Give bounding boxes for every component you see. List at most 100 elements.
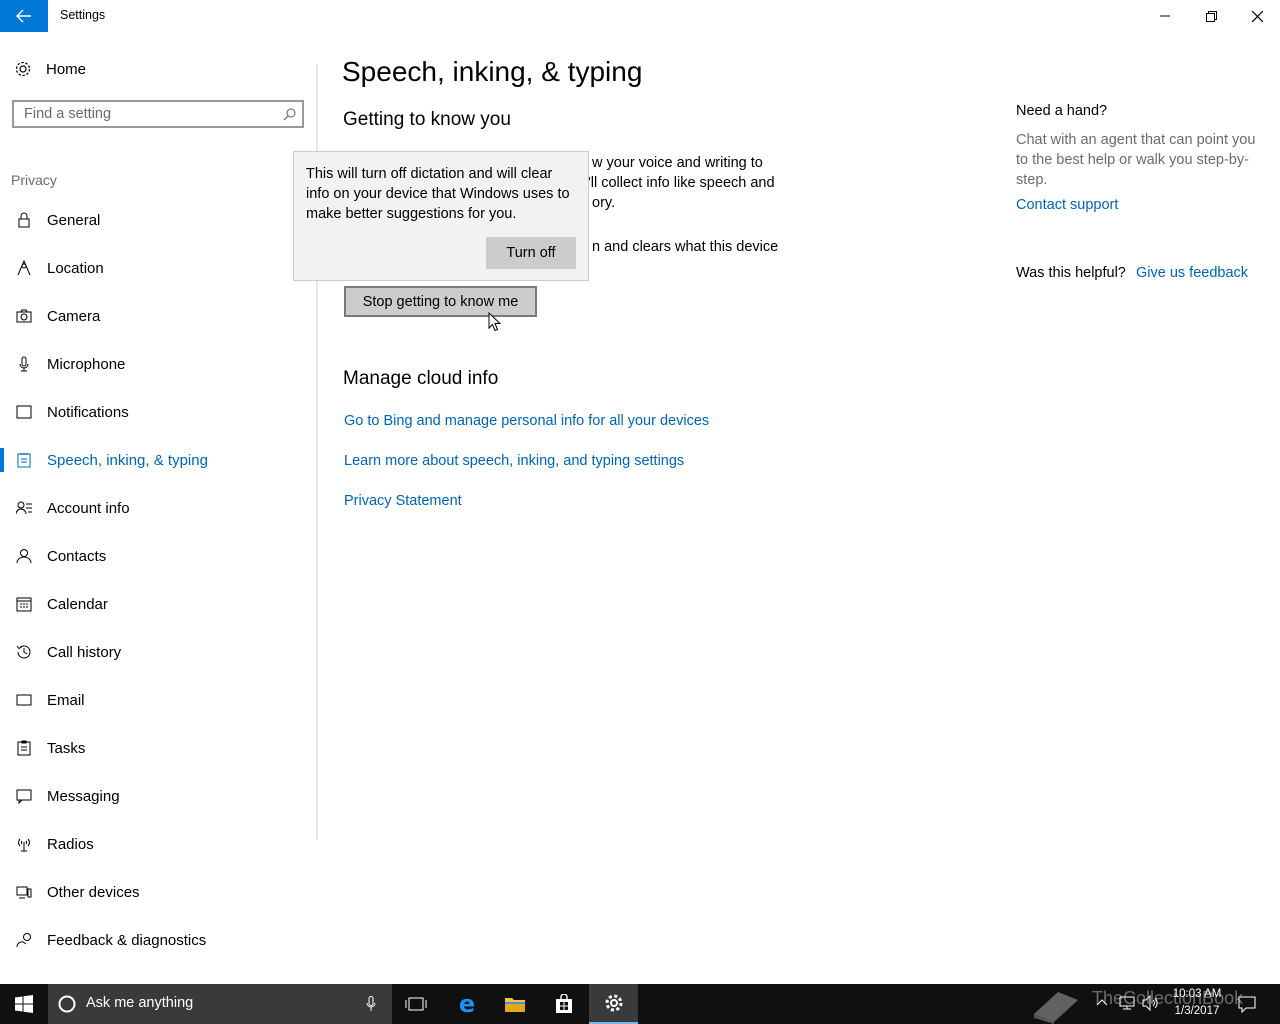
bing-manage-info-link[interactable]: Go to Bing and manage personal info for … xyxy=(344,413,709,429)
devices-icon xyxy=(16,886,32,899)
sidebar-item-label: General xyxy=(47,211,101,229)
watermark-text: TheCollectionBook xyxy=(1092,988,1244,1008)
page-title: Speech, inking, & typing xyxy=(342,56,643,87)
help-description: Chat with an agent that can point you to… xyxy=(1016,132,1256,188)
settings-search-input[interactable] xyxy=(14,105,276,123)
start-button[interactable] xyxy=(0,984,48,1024)
sidebar-item-label: Messaging xyxy=(47,787,120,805)
getting-to-know-text-line: 'll collect info like speech and xyxy=(588,175,775,191)
gear-icon xyxy=(15,61,31,77)
close-button[interactable] xyxy=(1234,0,1280,32)
camera-icon xyxy=(16,309,32,323)
home-label: Home xyxy=(46,60,87,78)
location-icon xyxy=(17,260,31,276)
folder-icon xyxy=(505,998,525,1012)
calendar-icon xyxy=(16,597,32,612)
sidebar-item-location[interactable]: Location xyxy=(0,248,316,288)
gear-icon xyxy=(605,994,622,1012)
microphone-icon xyxy=(19,356,29,372)
mouse-cursor-icon xyxy=(488,312,502,332)
sidebar-item-feedback-diagnostics[interactable]: Feedback & diagnostics xyxy=(0,920,316,960)
title-bar: Settings xyxy=(0,0,1280,32)
turn-off-button[interactable]: Turn off xyxy=(486,237,576,269)
close-icon xyxy=(1251,10,1263,22)
sidebar-item-account-info[interactable]: Account info xyxy=(0,488,316,528)
sidebar-item-contacts[interactable]: Contacts xyxy=(0,536,316,576)
store-icon xyxy=(556,994,572,1013)
sidebar-item-label: Account info xyxy=(47,499,130,517)
sidebar-item-label: Microphone xyxy=(47,355,126,373)
contact-support-link[interactable]: Contact support xyxy=(1016,197,1118,213)
sidebar-item-email[interactable]: Email xyxy=(0,680,316,720)
speech-inking-icon xyxy=(17,453,31,468)
window-title: Settings xyxy=(60,8,106,22)
email-icon xyxy=(16,694,32,706)
sidebar-item-label: Location xyxy=(47,259,104,277)
learn-more-link[interactable]: Learn more about speech, inking, and typ… xyxy=(344,453,684,469)
task-view-button[interactable] xyxy=(392,984,440,1024)
store-button[interactable] xyxy=(540,984,588,1024)
sidebar-item-radios[interactable]: Radios xyxy=(0,824,316,864)
tasks-icon xyxy=(17,740,31,756)
edge-button[interactable]: e xyxy=(443,984,491,1024)
sidebar-item-general[interactable]: General xyxy=(0,200,316,240)
sidebar-item-label: Email xyxy=(47,691,85,709)
minimize-icon xyxy=(1160,15,1170,17)
sidebar-item-label: Notifications xyxy=(47,403,129,421)
cortana-search-input[interactable] xyxy=(84,994,348,1012)
sidebar-item-label: Contacts xyxy=(47,547,107,565)
give-us-feedback-link[interactable]: Give us feedback xyxy=(1136,265,1248,281)
need-a-hand-heading: Need a hand? xyxy=(1016,103,1108,119)
sidebar-item-label: Radios xyxy=(47,835,94,853)
feedback-icon xyxy=(16,933,31,948)
home-link[interactable]: Home xyxy=(14,56,86,82)
privacy-statement-link[interactable]: Privacy Statement xyxy=(344,493,462,509)
sidebar-item-label: Other devices xyxy=(47,883,140,901)
windows-logo-icon xyxy=(15,995,33,1013)
sidebar-item-speech-inking-typing[interactable]: Speech, inking, & typing xyxy=(0,440,316,480)
sidebar-item-notifications[interactable]: Notifications xyxy=(0,392,316,432)
getting-to-know-text-line: n and clears what this device xyxy=(592,239,779,255)
stop-getting-to-know-me-button[interactable]: Stop getting to know me xyxy=(344,286,537,317)
turn-off-confirmation-flyout: This will turn off dictation and will cl… xyxy=(293,151,589,281)
manage-cloud-info-heading: Manage cloud info xyxy=(343,368,499,389)
sidebar-item-camera[interactable]: Camera xyxy=(0,296,316,336)
back-arrow-icon xyxy=(16,9,31,23)
cortana-circle-icon xyxy=(58,995,76,1013)
sidebar-item-label: Camera xyxy=(47,307,101,325)
taskbar: e 10:03 AM 1/3/2017 xyxy=(0,984,1280,1024)
file-explorer-button[interactable] xyxy=(491,984,539,1024)
messaging-icon xyxy=(16,789,32,804)
was-this-helpful-label: Was this helpful? xyxy=(1016,265,1126,281)
flyout-message: This will turn off dictation and will cl… xyxy=(306,166,570,222)
microphone-icon[interactable] xyxy=(366,996,376,1012)
history-icon xyxy=(16,645,31,659)
minimize-button[interactable] xyxy=(1142,0,1188,32)
lock-icon xyxy=(18,212,30,228)
contacts-icon xyxy=(16,549,32,564)
sidebar-item-messaging[interactable]: Messaging xyxy=(0,776,316,816)
getting-to-know-heading: Getting to know you xyxy=(343,109,511,130)
sidebar-item-microphone[interactable]: Microphone xyxy=(0,344,316,384)
notifications-icon xyxy=(16,405,32,419)
sidebar-item-label: Feedback & diagnostics xyxy=(47,931,207,949)
task-view-icon xyxy=(405,997,427,1011)
cortana-search-box[interactable] xyxy=(48,984,392,1024)
sidebar-item-label: Call history xyxy=(47,643,122,661)
restore-button[interactable] xyxy=(1188,0,1234,32)
sidebar-item-tasks[interactable]: Tasks xyxy=(0,728,316,768)
sidebar-item-label: Speech, inking, & typing xyxy=(47,451,208,469)
settings-search-box[interactable] xyxy=(12,100,304,128)
settings-taskbar-button[interactable] xyxy=(589,984,638,1024)
search-icon[interactable] xyxy=(283,108,296,121)
section-title-privacy: Privacy xyxy=(11,172,57,188)
getting-to-know-text-line: ory. xyxy=(592,195,616,211)
sidebar-item-other-devices[interactable]: Other devices xyxy=(0,872,316,912)
sidebar-item-call-history[interactable]: Call history xyxy=(0,632,316,672)
account-info-icon xyxy=(16,501,32,515)
sidebar-item-label: Tasks xyxy=(47,739,86,757)
sidebar-item-label: Calendar xyxy=(47,595,108,613)
back-button[interactable] xyxy=(0,0,48,32)
book-watermark-icon xyxy=(1034,992,1078,1024)
sidebar-item-calendar[interactable]: Calendar xyxy=(0,584,316,624)
